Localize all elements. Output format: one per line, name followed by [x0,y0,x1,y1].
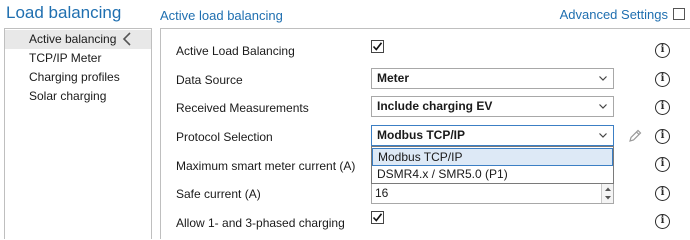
info-icon[interactable]: i [655,72,670,87]
checkmark-icon [372,213,383,222]
data-source-label: Data Source [176,73,243,87]
info-icon[interactable]: i [655,43,670,58]
dropdown-option-dsmr[interactable]: DSMR4.x / SMR5.0 (P1) [372,166,613,184]
sidebar-item-label: TCP/IP Meter [29,51,102,65]
section-title: Active load balancing [160,8,283,23]
chevron-down-icon [599,104,607,109]
protocol-selection-label: Protocol Selection [176,130,273,144]
sidebar-item-charging-profiles[interactable]: Charging profiles [5,68,151,87]
info-icon[interactable]: i [655,100,670,115]
spinner-arrows-icon [605,187,611,200]
safe-current-label: Safe current (A) [176,187,261,201]
data-source-select[interactable]: Meter [371,68,614,89]
checkmark-icon [372,42,383,51]
chevron-down-icon [599,133,607,138]
received-measurements-label: Received Measurements [176,101,309,115]
active-load-balancing-label: Active Load Balancing [176,44,295,58]
info-icon[interactable]: i [655,186,670,201]
sidebar-item-solar-charging[interactable]: Solar charging [5,87,151,106]
protocol-selection-dropdown: Modbus TCP/IP DSMR4.x / SMR5.0 (P1) [371,146,614,184]
dropdown-option-modbus[interactable]: Modbus TCP/IP [372,148,613,166]
allow-phases-checkbox[interactable] [371,211,384,224]
sidebar-item-label: Charging profiles [29,70,120,84]
safe-current-input[interactable]: 16 [371,183,614,204]
page-title: Load balancing [6,3,122,22]
sidebar-item-tcpip-meter[interactable]: TCP/IP Meter [5,49,151,68]
data-source-value: Meter [377,71,410,85]
info-icon[interactable]: i [655,157,670,172]
chevron-left-icon[interactable] [121,31,133,47]
sidebar-item-active-balancing[interactable]: Active balancing [5,30,151,49]
advanced-settings-label[interactable]: Advanced Settings [560,7,668,22]
sidebar-item-label: Active balancing [29,32,117,46]
info-icon[interactable]: i [655,214,670,229]
allow-phases-label: Allow 1- and 3-phased charging [176,216,345,230]
protocol-selection-select[interactable]: Modbus TCP/IP [371,125,614,146]
active-load-balancing-checkbox[interactable] [371,40,384,53]
pencil-icon[interactable] [628,129,642,143]
chevron-down-icon [599,76,607,81]
protocol-selection-value: Modbus TCP/IP [377,128,465,142]
safe-current-value: 16 [375,186,389,200]
received-measurements-select[interactable]: Include charging EV [371,96,614,117]
advanced-settings-checkbox[interactable] [673,8,685,20]
info-icon[interactable]: i [655,129,670,144]
sidebar: Active balancing TCP/IP Meter Charging p… [4,28,152,239]
safe-current-spinner[interactable] [601,184,613,203]
max-smart-meter-current-label: Maximum smart meter current (A) [176,159,356,173]
sidebar-item-label: Solar charging [29,89,107,103]
received-measurements-value: Include charging EV [377,99,493,113]
